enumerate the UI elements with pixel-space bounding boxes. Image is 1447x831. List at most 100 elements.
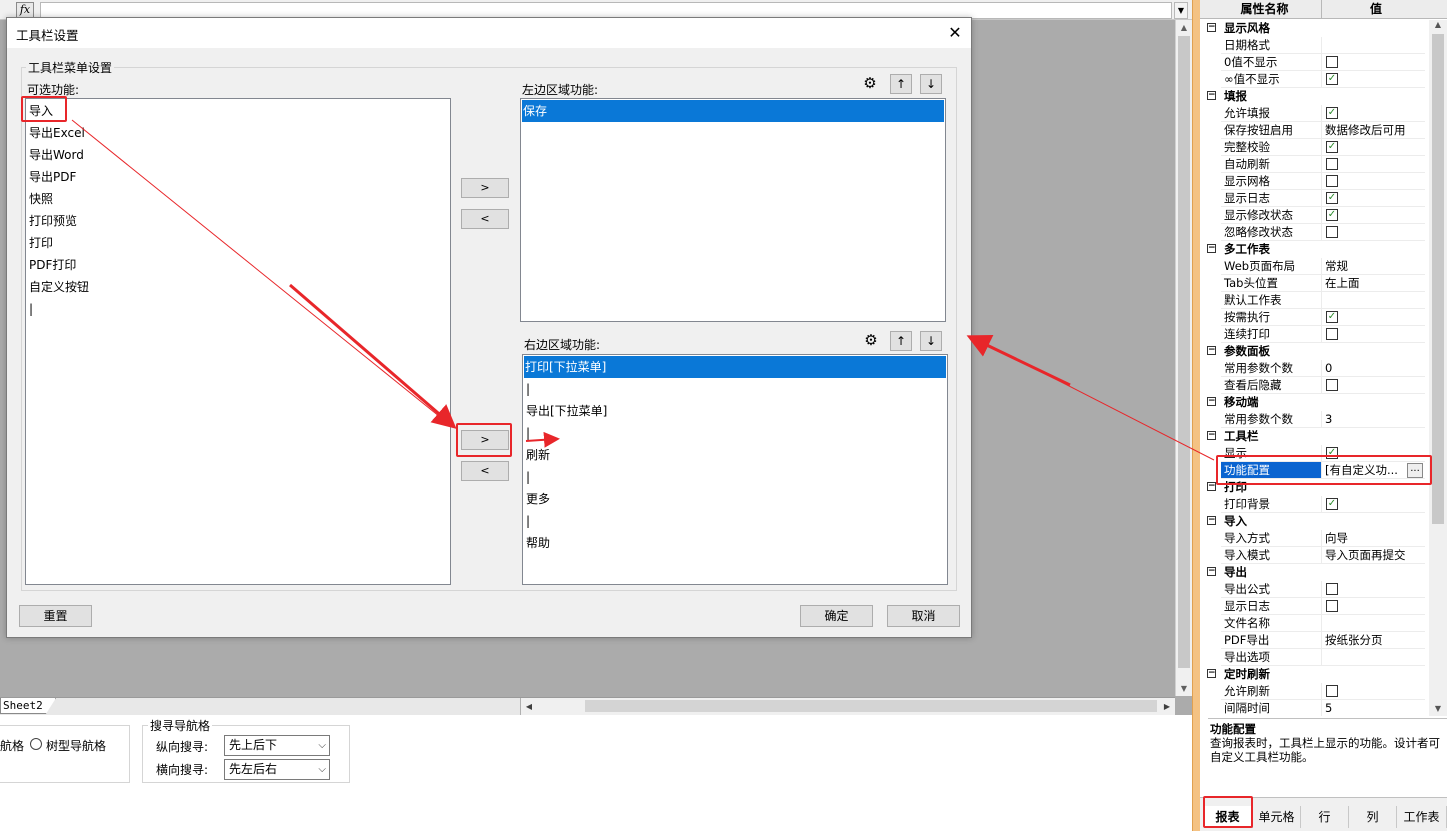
collapse-icon[interactable]: − <box>1207 23 1216 32</box>
close-icon[interactable]: ✕ <box>943 21 967 45</box>
property-row[interactable]: 导出选项 <box>1200 649 1429 666</box>
cancel-button[interactable]: 取消 <box>887 605 960 627</box>
collapse-icon[interactable]: − <box>1207 482 1216 491</box>
property-row[interactable]: 显示 ✓ <box>1200 445 1429 462</box>
collapse-icon[interactable]: − <box>1207 244 1216 253</box>
property-checkbox[interactable] <box>1326 158 1338 170</box>
property-value[interactable]: ✓ <box>1322 309 1425 326</box>
ellipsis-button[interactable]: ... <box>1407 463 1423 478</box>
property-value[interactable]: 0 <box>1322 360 1425 377</box>
property-row[interactable]: 显示修改状态 ✓ <box>1200 207 1429 224</box>
vertical-search-select[interactable]: 先上后下 ⌵ <box>224 735 330 756</box>
property-row[interactable]: 自动刷新 <box>1200 156 1429 173</box>
property-value[interactable] <box>1322 156 1425 173</box>
property-grid-scrollbar[interactable]: ▲ ▼ <box>1429 20 1447 716</box>
property-row[interactable]: 允许刷新 <box>1200 683 1429 700</box>
property-checkbox[interactable]: ✓ <box>1326 107 1338 119</box>
property-checkbox[interactable]: ✓ <box>1326 141 1338 153</box>
chevron-down-icon[interactable]: ⌵ <box>318 736 326 755</box>
property-value[interactable]: ✓ <box>1322 139 1425 156</box>
right-area-item[interactable]: | <box>525 466 532 488</box>
properties-tab[interactable]: 单元格 <box>1253 806 1301 828</box>
property-category[interactable]: − 填报 <box>1200 88 1429 105</box>
sheet-tab[interactable]: Sheet2 <box>0 698 56 714</box>
property-checkbox[interactable] <box>1326 600 1338 612</box>
property-row[interactable]: 保存按钮启用 数据修改后可用 <box>1200 122 1429 139</box>
property-category[interactable]: − 导出 <box>1200 564 1429 581</box>
property-checkbox[interactable] <box>1326 226 1338 238</box>
property-checkbox[interactable]: ✓ <box>1326 311 1338 323</box>
property-value[interactable]: ✓ <box>1322 71 1425 88</box>
property-value[interactable]: ✓ <box>1322 190 1425 207</box>
property-category[interactable]: − 工具栏 <box>1200 428 1429 445</box>
right-area-item[interactable]: | <box>525 422 532 444</box>
right-area-item[interactable]: 帮助 <box>525 532 552 554</box>
right-area-item[interactable]: 刷新 <box>525 444 552 466</box>
property-value[interactable] <box>1322 581 1425 598</box>
properties-tab[interactable]: 报表 <box>1203 806 1253 828</box>
right-area-list[interactable]: 打印[下拉菜单] | 导出[下拉菜单] | 刷新 | 更多 | 帮助 <box>522 354 948 585</box>
move-up-button[interactable]: ↑ <box>890 74 912 94</box>
property-value[interactable] <box>1322 649 1425 666</box>
property-value[interactable]: 在上面 <box>1322 275 1425 292</box>
property-row[interactable]: 查看后隐藏 <box>1200 377 1429 394</box>
property-checkbox[interactable] <box>1326 56 1338 68</box>
available-function-item[interactable]: 打印预览 <box>28 210 79 232</box>
property-value[interactable] <box>1322 615 1425 632</box>
available-function-item[interactable]: 导出PDF <box>28 166 78 188</box>
property-row[interactable]: 允许填报 ✓ <box>1200 105 1429 122</box>
property-row[interactable]: ∞值不显示 ✓ <box>1200 71 1429 88</box>
property-row[interactable]: 显示日志 ✓ <box>1200 190 1429 207</box>
sheet-horizontal-scrollbar[interactable]: ◀ ▶ <box>520 698 1175 715</box>
move-down-button[interactable]: ↓ <box>920 331 942 351</box>
move-up-button[interactable]: ↑ <box>890 331 912 351</box>
properties-tab[interactable]: 列 <box>1349 806 1397 828</box>
scroll-up-icon[interactable]: ▲ <box>1429 20 1447 32</box>
right-area-item[interactable]: 更多 <box>525 488 552 510</box>
property-value[interactable]: 5 <box>1322 700 1425 716</box>
right-area-item[interactable]: 打印[下拉菜单] <box>524 356 946 378</box>
property-value[interactable]: 导入页面再提交 <box>1322 547 1425 564</box>
property-row[interactable]: 按需执行 ✓ <box>1200 309 1429 326</box>
available-function-item[interactable]: 快照 <box>28 188 55 210</box>
property-row[interactable]: 打印背景 ✓ <box>1200 496 1429 513</box>
property-value[interactable]: [有自定义功...... <box>1322 462 1425 479</box>
collapse-icon[interactable]: − <box>1207 431 1216 440</box>
reset-button[interactable]: 重置 <box>19 605 92 627</box>
scroll-up-icon[interactable]: ▲ <box>1176 20 1192 35</box>
property-checkbox[interactable] <box>1326 583 1338 595</box>
property-checkbox[interactable] <box>1326 328 1338 340</box>
property-row[interactable]: 完整校验 ✓ <box>1200 139 1429 156</box>
property-row[interactable]: 显示网格 <box>1200 173 1429 190</box>
available-functions-list[interactable]: 导入 导出Excel 导出Word 导出PDF 快照 打印预览 打印 PDF打印 自定义按钮 | <box>25 98 451 585</box>
right-area-item[interactable]: | <box>525 510 532 532</box>
property-value[interactable] <box>1322 377 1425 394</box>
scroll-thumb[interactable] <box>1178 36 1190 668</box>
property-row[interactable]: 日期格式 <box>1200 37 1429 54</box>
gear-icon[interactable]: ⚙ <box>861 330 881 350</box>
property-value[interactable]: 3 <box>1322 411 1425 428</box>
property-checkbox[interactable]: ✓ <box>1326 192 1338 204</box>
right-area-item[interactable]: 导出[下拉菜单] <box>525 400 609 422</box>
property-value[interactable]: ✓ <box>1322 496 1425 513</box>
available-function-item[interactable]: PDF打印 <box>28 254 78 276</box>
property-value[interactable]: 数据修改后可用 <box>1322 122 1425 139</box>
tree-nav-radio[interactable] <box>30 738 42 750</box>
property-value[interactable]: ✓ <box>1322 105 1425 122</box>
chevron-down-icon[interactable]: ⌵ <box>318 760 326 779</box>
property-value[interactable]: ✓ <box>1322 207 1425 224</box>
property-row[interactable]: 导出公式 <box>1200 581 1429 598</box>
scroll-right-icon[interactable]: ▶ <box>1159 698 1175 715</box>
scroll-thumb[interactable] <box>1432 34 1444 524</box>
left-area-list[interactable]: 保存 <box>520 98 946 322</box>
property-row[interactable]: 导入方式 向导 <box>1200 530 1429 547</box>
property-value[interactable] <box>1322 54 1425 71</box>
add-to-left-button[interactable]: > <box>461 178 509 198</box>
property-checkbox[interactable] <box>1326 175 1338 187</box>
available-function-item[interactable]: | <box>28 298 35 320</box>
right-area-item[interactable]: | <box>525 378 532 400</box>
property-row[interactable]: 忽略修改状态 <box>1200 224 1429 241</box>
property-category[interactable]: − 参数面板 <box>1200 343 1429 360</box>
property-row[interactable]: 导入模式 导入页面再提交 <box>1200 547 1429 564</box>
property-row[interactable]: 显示日志 <box>1200 598 1429 615</box>
